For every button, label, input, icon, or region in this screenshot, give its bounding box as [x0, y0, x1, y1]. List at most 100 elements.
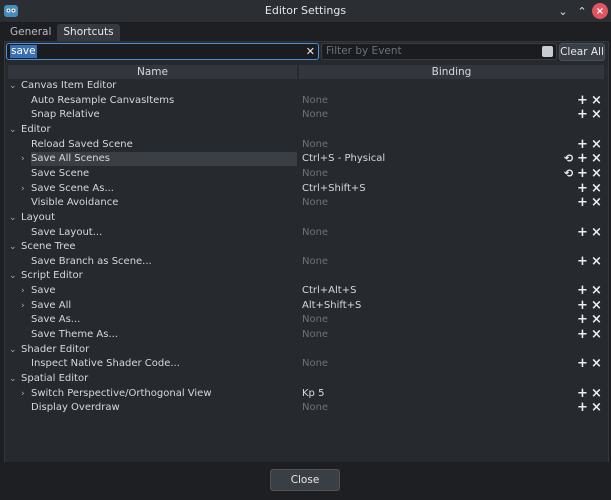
shortcut-binding[interactable]: Kp 5 — [302, 387, 324, 401]
tab-shortcuts[interactable]: Shortcuts — [57, 24, 120, 42]
table-row[interactable]: › Save All Scenes Ctrl+S - Physical ⟲ + × — [6, 152, 606, 167]
shortcut-binding[interactable]: None — [302, 196, 328, 210]
table-row[interactable]: Inspect Native Shader Code... None + × — [6, 357, 606, 372]
shortcut-binding[interactable]: None — [302, 226, 328, 240]
collapse-arrow-icon[interactable]: ⌄ — [9, 240, 17, 254]
collapse-arrow-icon[interactable]: ⌄ — [9, 343, 17, 357]
erase-icon[interactable]: × — [591, 94, 602, 107]
add-icon[interactable]: + — [577, 138, 588, 151]
shortcut-binding[interactable]: None — [302, 255, 328, 269]
erase-icon[interactable]: × — [591, 357, 602, 370]
erase-icon[interactable]: × — [591, 138, 602, 151]
revert-icon[interactable]: ⟲ — [564, 152, 573, 165]
add-icon[interactable]: + — [577, 94, 588, 107]
erase-icon[interactable]: × — [591, 152, 602, 165]
shortcut-binding[interactable]: None — [302, 328, 328, 342]
table-row[interactable]: › Save Ctrl+Alt+S + × — [6, 284, 606, 299]
search-input[interactable]: save ✕ — [6, 43, 319, 60]
expand-arrow-icon[interactable]: › — [21, 182, 25, 196]
expand-arrow-icon[interactable]: › — [21, 299, 25, 313]
add-icon[interactable]: + — [577, 313, 588, 326]
tree-category[interactable]: ⌄ Shader Editor — [6, 343, 606, 358]
add-icon[interactable]: + — [577, 299, 588, 312]
tree-category[interactable]: ⌄ Editor — [6, 123, 606, 138]
shortcut-binding[interactable]: None — [302, 138, 328, 152]
add-icon[interactable]: + — [577, 284, 588, 297]
shortcut-binding[interactable]: Alt+Shift+S — [302, 299, 361, 313]
add-icon[interactable]: + — [577, 167, 588, 180]
table-row[interactable]: Save Branch as Scene... None + × — [6, 255, 606, 270]
shortcut-binding[interactable]: None — [302, 167, 328, 181]
erase-icon[interactable]: × — [591, 284, 602, 297]
tree-category[interactable]: ⌄ Spatial Editor — [6, 372, 606, 387]
erase-icon[interactable]: × — [591, 401, 602, 414]
add-icon[interactable]: + — [577, 182, 588, 195]
table-row[interactable]: Save Scene None ⟲ + × — [6, 167, 606, 182]
erase-icon[interactable]: × — [591, 182, 602, 195]
add-icon[interactable]: + — [577, 108, 588, 121]
expand-arrow-icon[interactable]: › — [21, 152, 25, 166]
add-icon[interactable]: + — [577, 401, 588, 414]
close-window-icon[interactable]: × — [592, 3, 608, 19]
table-row[interactable]: Save Theme As... None + × — [6, 328, 606, 343]
tree-category[interactable]: ⌄ Canvas Item Editor — [6, 79, 606, 94]
shortcut-binding[interactable]: None — [302, 313, 328, 327]
collapse-arrow-icon[interactable]: ⌄ — [9, 123, 17, 137]
filter-by-event-input[interactable]: Filter by Event — [321, 43, 557, 60]
close-button[interactable]: Close — [270, 469, 340, 491]
expand-arrow-icon[interactable]: › — [21, 387, 25, 401]
erase-icon[interactable]: × — [591, 299, 602, 312]
revert-icon[interactable]: ⟲ — [564, 167, 573, 180]
collapse-arrow-icon[interactable]: ⌄ — [9, 211, 17, 225]
shortcut-binding[interactable]: Ctrl+Shift+S — [302, 182, 366, 196]
table-row[interactable]: › Save All Alt+Shift+S + × — [6, 299, 606, 314]
tree-category[interactable]: ⌄ Scene Tree — [6, 240, 606, 255]
expand-arrow-icon[interactable]: › — [21, 284, 25, 298]
table-row[interactable]: Display Overdraw None + × — [6, 401, 606, 416]
collapse-arrow-icon[interactable]: ⌄ — [9, 372, 17, 386]
add-icon[interactable]: + — [577, 152, 588, 165]
erase-icon[interactable]: × — [591, 328, 602, 341]
table-row[interactable]: Snap Relative None + × — [6, 108, 606, 123]
collapse-arrow-icon[interactable]: ⌄ — [9, 79, 17, 93]
category-label: Shader Editor — [21, 343, 90, 355]
erase-icon[interactable]: × — [591, 255, 602, 268]
table-row[interactable]: Auto Resample CanvasItems None + × — [6, 94, 606, 109]
shortcut-binding[interactable]: None — [302, 357, 328, 371]
keyboard-icon[interactable] — [542, 46, 553, 57]
collapse-arrow-icon[interactable]: ⌄ — [9, 269, 17, 283]
erase-icon[interactable]: × — [591, 387, 602, 400]
table-row[interactable]: › Switch Perspective/Orthogonal View Kp 5 +… — [6, 387, 606, 402]
shortcut-binding[interactable]: Ctrl+S - Physical — [302, 152, 385, 166]
add-icon[interactable]: + — [577, 328, 588, 341]
add-icon[interactable]: + — [577, 196, 588, 209]
shortcut-binding[interactable]: None — [302, 401, 328, 415]
tree-category[interactable]: ⌄ Script Editor — [6, 269, 606, 284]
tree-category[interactable]: ⌄ Layout — [6, 211, 606, 226]
shortcut-binding[interactable]: None — [302, 108, 328, 122]
clear-search-icon[interactable]: ✕ — [306, 45, 315, 58]
clear-all-button[interactable]: Clear All — [559, 43, 605, 61]
tab-general[interactable]: General — [4, 24, 57, 42]
shortcut-binding[interactable]: Ctrl+Alt+S — [302, 284, 356, 298]
add-icon[interactable]: + — [577, 226, 588, 239]
table-row[interactable]: Visible Avoidance None + × — [6, 196, 606, 211]
erase-icon[interactable]: × — [591, 226, 602, 239]
erase-icon[interactable]: × — [591, 108, 602, 121]
add-icon[interactable]: + — [577, 255, 588, 268]
maximize-icon[interactable]: ⌃ — [574, 3, 590, 19]
add-icon[interactable]: + — [577, 387, 588, 400]
shortcut-binding[interactable]: None — [302, 94, 328, 108]
table-row[interactable]: Save Layout... None + × — [6, 226, 606, 241]
erase-icon[interactable]: × — [591, 313, 602, 326]
table-row[interactable]: Save As... None + × — [6, 313, 606, 328]
category-label: Canvas Item Editor — [21, 80, 117, 91]
table-row[interactable]: › Save Scene As... Ctrl+Shift+S + × — [6, 182, 606, 197]
erase-icon[interactable]: × — [591, 167, 602, 180]
settings-tabs: General Shortcuts — [4, 24, 120, 42]
minimize-icon[interactable]: ⌄ — [555, 3, 571, 19]
category-label: Spatial Editor — [21, 373, 89, 384]
table-row[interactable]: Reload Saved Scene None + × — [6, 138, 606, 153]
add-icon[interactable]: + — [577, 357, 588, 370]
erase-icon[interactable]: × — [591, 196, 602, 209]
